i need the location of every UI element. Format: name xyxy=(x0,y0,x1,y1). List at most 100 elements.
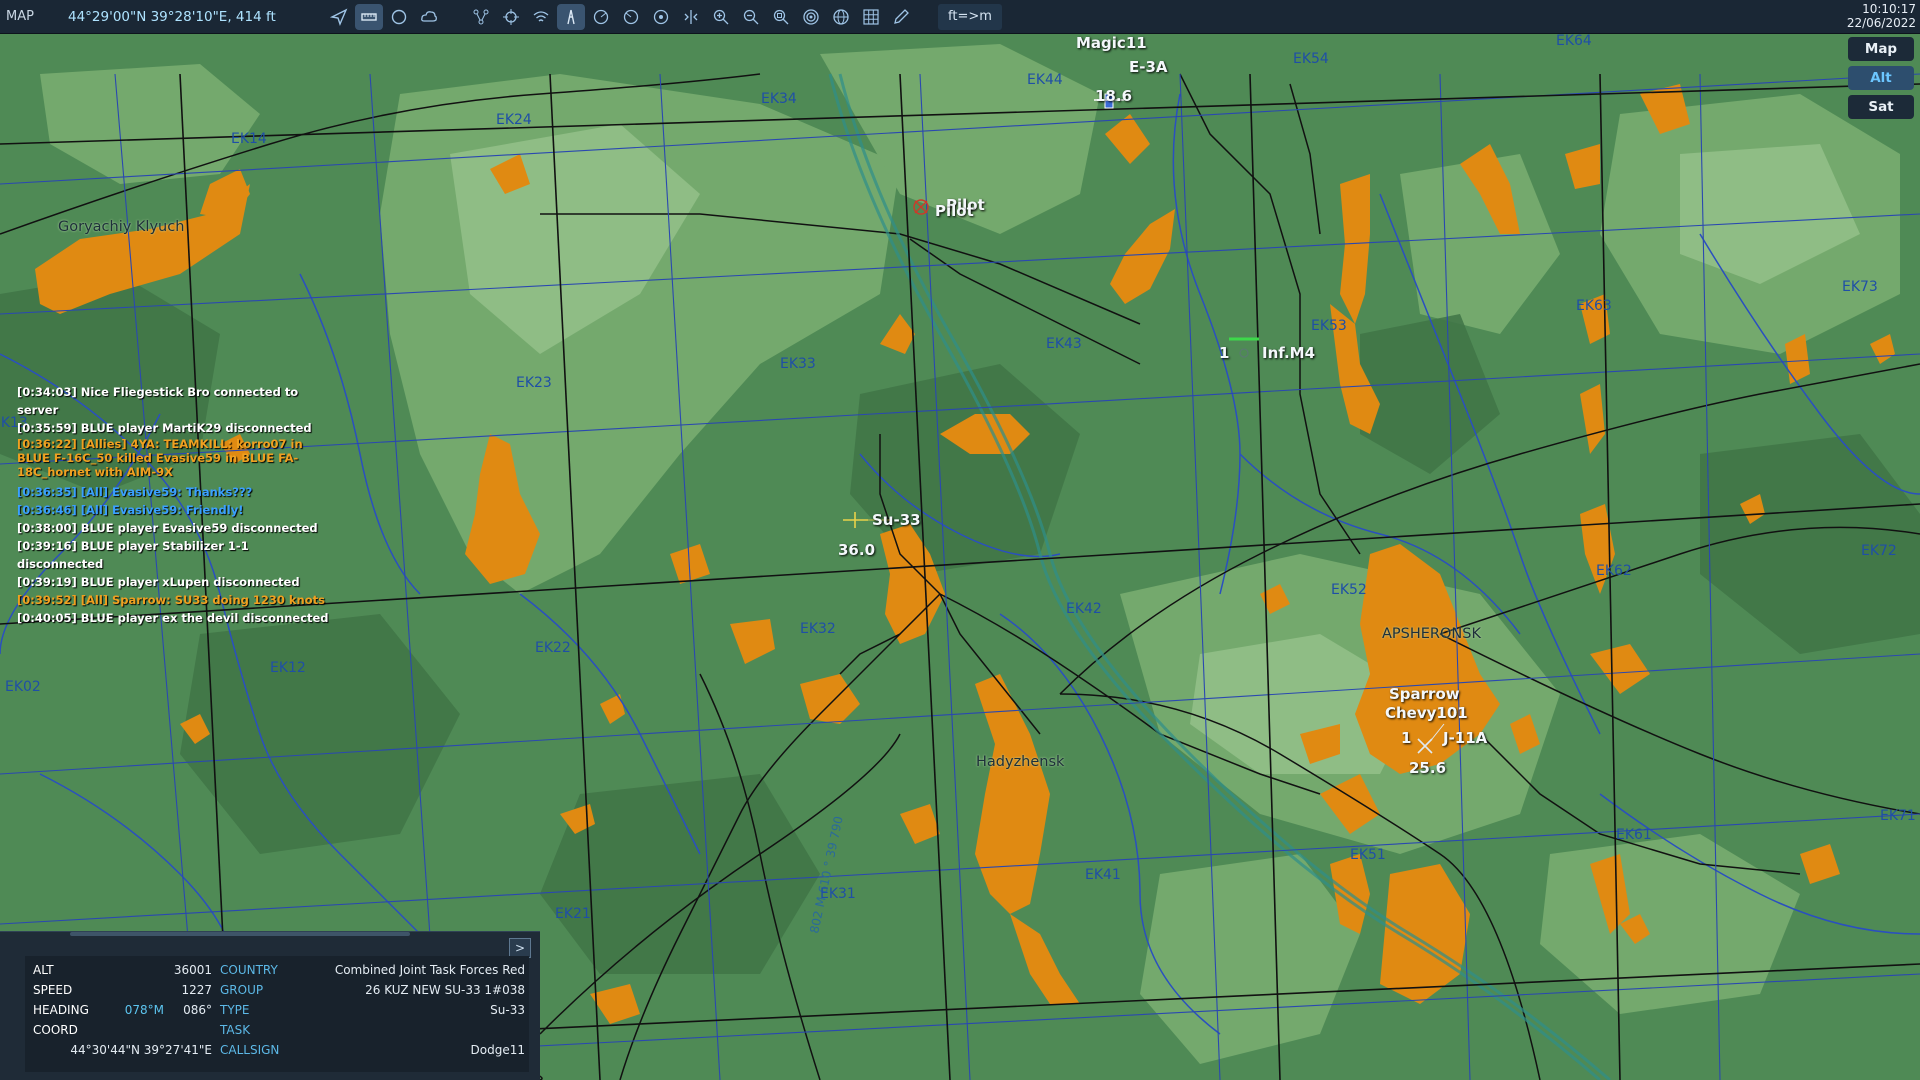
chat-log: [0:34:03] Nice Fliegestick Bro connected… xyxy=(17,383,337,627)
zoom-out-icon[interactable] xyxy=(737,4,765,30)
e3a-type[interactable]: E-3A xyxy=(1129,58,1168,76)
country-label: COUNTRY xyxy=(220,963,278,977)
grid-label: EK53 xyxy=(1311,318,1347,334)
heading-magnetic: 078°M xyxy=(124,1003,164,1017)
speed-label: SPEED xyxy=(33,983,73,997)
speed-value: 1227 xyxy=(181,983,212,997)
split-icon[interactable] xyxy=(677,4,705,30)
grid-label: EK61 xyxy=(1616,827,1652,843)
top-bar: MAP 44°29'00"N 39°28'10"E, 414 ft ft=>m … xyxy=(0,0,1920,34)
chat-message: [0:35:59] BLUE player MartiK29 disconnec… xyxy=(17,421,312,435)
inf-count: 1 xyxy=(1219,344,1230,362)
callsign-label: CALLSIGN xyxy=(220,1043,280,1057)
grid-label: EK63 xyxy=(1576,298,1612,314)
grid-label: EK23 xyxy=(516,375,552,391)
chat-message: [0:36:35] [All] Evasive59: Thanks??? xyxy=(17,485,253,499)
task-label: TASK xyxy=(220,1023,251,1037)
j11-altitude: 25.6 xyxy=(1409,759,1447,777)
zoom-fit-icon[interactable] xyxy=(767,4,795,30)
country-value: Combined Joint Task Forces Red xyxy=(334,963,525,977)
e3a-name[interactable]: Magic11 xyxy=(1076,34,1147,52)
map-type-switch: Map Alt Sat xyxy=(1848,37,1914,124)
type-label: TYPE xyxy=(220,1003,250,1017)
expand-panel-button[interactable]: > xyxy=(509,938,531,958)
alt-label: ALT xyxy=(33,963,54,977)
j11-count: 1 xyxy=(1401,729,1412,747)
heading-true: 086° xyxy=(183,1003,212,1017)
grid-label: EK33 xyxy=(780,356,816,372)
group-value: 26 KUZ NEW SU-33 1#038 xyxy=(365,983,525,997)
pilot-label-2[interactable]: Pilot xyxy=(935,202,974,220)
radar2-icon[interactable] xyxy=(617,4,645,30)
cursor-coordinates: 44°29'00"N 39°28'10"E, 414 ft xyxy=(68,8,276,25)
cloud-icon[interactable] xyxy=(415,4,443,30)
panel-scrollbar[interactable] xyxy=(70,932,410,936)
j11-name-2[interactable]: Chevy101 xyxy=(1385,704,1468,722)
grid-label: EK41 xyxy=(1085,867,1121,883)
coord-value: 44°30'44"N 39°27'41"E xyxy=(70,1043,212,1057)
zoom-in-icon[interactable] xyxy=(707,4,735,30)
grid-label: EK02 xyxy=(5,679,41,695)
grid-label: EK44 xyxy=(1027,72,1063,88)
grid-label: EK73 xyxy=(1842,279,1878,295)
map-toolbar xyxy=(324,3,916,30)
unit-info-panel: > ALT 36001 SPEED 1227 HEADING 078°M 086… xyxy=(0,931,540,1080)
clock-time: 10:10:17 xyxy=(1862,2,1916,16)
grid-label: EK72 xyxy=(1861,543,1897,559)
map-type-alt-button[interactable]: Alt xyxy=(1848,66,1914,90)
grid-label: EK64 xyxy=(1556,34,1592,49)
ruler-icon[interactable] xyxy=(355,3,383,30)
wifi-icon[interactable] xyxy=(527,4,555,30)
callsign-value: Dodge11 xyxy=(470,1043,525,1057)
unit-info-table: ALT 36001 SPEED 1227 HEADING 078°M 086° … xyxy=(25,956,529,1072)
chat-message: [0:36:22] [Allies] 4YA: TEAMKILL: korro0… xyxy=(17,437,303,479)
grid-label: EK62 xyxy=(1596,563,1632,579)
grid-label: EK24 xyxy=(496,112,532,128)
j11-type[interactable]: J-11A xyxy=(1443,729,1487,747)
grid-label: EK54 xyxy=(1293,51,1329,67)
chat-message: [0:38:00] BLUE player Evasive59 disconne… xyxy=(17,521,318,535)
map-type-sat-button[interactable]: Sat xyxy=(1848,95,1914,119)
coord-label: COORD xyxy=(33,1023,78,1037)
chat-message: [0:39:16] BLUE player Stabilizer 1-1 dis… xyxy=(17,539,249,571)
type-value: Su-33 xyxy=(490,1003,525,1017)
grid-label: EK51 xyxy=(1350,847,1386,863)
grid-label: EK34 xyxy=(761,91,797,107)
unit-toggle-button[interactable]: ft=>m xyxy=(938,3,1002,30)
radar3-icon[interactable] xyxy=(647,4,675,30)
grid-label: EK22 xyxy=(535,640,571,656)
pencil-icon[interactable] xyxy=(887,4,915,30)
app-title: MAP xyxy=(6,9,34,24)
su33-type[interactable]: Su-33 xyxy=(872,511,921,529)
grid-icon[interactable] xyxy=(857,4,885,30)
radar1-icon[interactable] xyxy=(587,4,615,30)
target-icon[interactable] xyxy=(497,4,525,30)
map-type-map-button[interactable]: Map xyxy=(1848,37,1914,61)
grid-label: EK71 xyxy=(1880,808,1916,824)
chat-message: [0:39:19] BLUE player xLupen disconnecte… xyxy=(17,575,300,589)
grid-label: EK31 xyxy=(820,886,856,902)
navigate-icon[interactable] xyxy=(325,4,353,30)
alt-value: 36001 xyxy=(173,963,212,977)
globe-icon[interactable] xyxy=(827,4,855,30)
e3a-altitude: 18.6 xyxy=(1095,87,1133,105)
j11-name-1[interactable]: Sparrow xyxy=(1389,685,1460,703)
grid-label: EK52 xyxy=(1331,582,1367,598)
clock: 10:10:17 22/06/2022 xyxy=(1847,2,1916,30)
grid-label: EK21 xyxy=(555,906,591,922)
town-label: APSHERONSK xyxy=(1382,626,1481,642)
tower-icon[interactable] xyxy=(557,3,585,30)
heading-label: HEADING xyxy=(33,1003,89,1017)
town-label: Goryachiy Klyuch xyxy=(58,219,185,235)
grid-label: EK14 xyxy=(231,131,267,147)
su33-altitude: 36.0 xyxy=(838,541,876,559)
town-label: Hadyzhensk xyxy=(976,754,1065,770)
group-label: GROUP xyxy=(220,983,264,997)
clock-date: 22/06/2022 xyxy=(1846,16,1916,30)
scan-icon[interactable] xyxy=(797,4,825,30)
inf-type[interactable]: Inf.M4 xyxy=(1262,344,1315,362)
circle-icon[interactable] xyxy=(385,4,413,30)
chat-message: [0:34:03] Nice Fliegestick Bro connected… xyxy=(17,385,299,417)
route-icon[interactable] xyxy=(467,4,495,30)
grid-label: EK43 xyxy=(1046,336,1082,352)
